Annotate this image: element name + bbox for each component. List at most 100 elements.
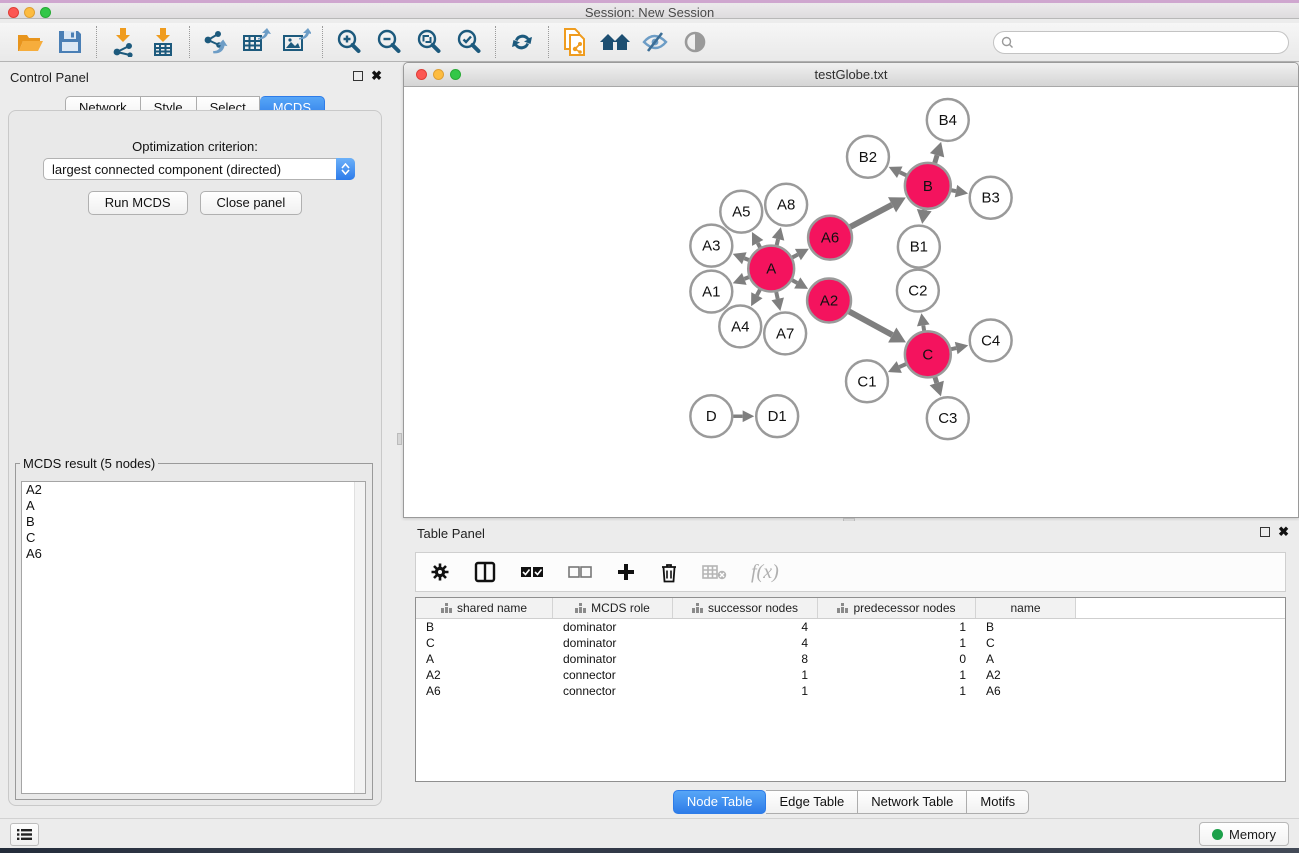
mcds-result-list[interactable]: A2ABCA6: [21, 481, 366, 794]
edge-A-A5[interactable]: [758, 243, 760, 247]
table-cell[interactable]: 1: [673, 668, 818, 682]
table-cell[interactable]: 0: [818, 652, 976, 666]
edge-C-C3[interactable]: [935, 377, 937, 383]
export-image-icon[interactable]: [276, 25, 316, 59]
table-cell[interactable]: C: [976, 636, 1076, 650]
mcds-list-scrollbar[interactable]: [354, 482, 365, 793]
run-mcds-button[interactable]: Run MCDS: [88, 191, 188, 215]
edge-A-A2[interactable]: [792, 280, 797, 283]
table-cell[interactable]: dominator: [553, 620, 673, 634]
table-row[interactable]: A6connector11A6: [416, 683, 1285, 699]
network-canvas[interactable]: AA1A3A5A8A4A7A6A2BB2B4B3B1CC2C4C1C3DD1: [405, 87, 1297, 516]
table-cell[interactable]: B: [976, 620, 1076, 634]
column-panel-icon[interactable]: [474, 561, 496, 583]
column-header-MCDS-role[interactable]: MCDS role: [553, 598, 673, 618]
tab-motifs[interactable]: Motifs: [967, 790, 1029, 814]
table-row[interactable]: A2connector11A2: [416, 667, 1285, 683]
save-session-icon[interactable]: [50, 25, 90, 59]
edge-B-B4[interactable]: [935, 155, 937, 163]
tab-edge-table[interactable]: Edge Table: [766, 790, 858, 814]
tab-node-table[interactable]: Node Table: [673, 790, 767, 814]
memory-button[interactable]: Memory: [1199, 822, 1289, 846]
table-cell[interactable]: dominator: [553, 636, 673, 650]
table-cell[interactable]: A: [416, 652, 553, 666]
float-table-panel-icon[interactable]: [1260, 527, 1270, 537]
edge-A-A7[interactable]: [776, 292, 777, 299]
mcds-result-item[interactable]: A: [22, 498, 365, 514]
search-input[interactable]: [1019, 36, 1288, 50]
mcds-result-item[interactable]: A2: [22, 482, 365, 498]
export-network-icon[interactable]: [196, 25, 236, 59]
edge-A-A1[interactable]: [744, 277, 749, 279]
edge-A-A6[interactable]: [792, 255, 798, 258]
table-cell[interactable]: 1: [818, 684, 976, 698]
table-cell[interactable]: A6: [976, 684, 1076, 698]
table-row[interactable]: Cdominator41C: [416, 635, 1285, 651]
table-cell[interactable]: 4: [673, 636, 818, 650]
table-cell[interactable]: connector: [553, 684, 673, 698]
table-cell[interactable]: 1: [818, 636, 976, 650]
search-box[interactable]: [993, 31, 1289, 54]
table-cell[interactable]: dominator: [553, 652, 673, 666]
home-icon[interactable]: [595, 25, 635, 59]
table-cell[interactable]: 8: [673, 652, 818, 666]
table-cell[interactable]: 1: [673, 684, 818, 698]
unselect-all-columns-icon[interactable]: [568, 566, 592, 579]
column-header-shared-name[interactable]: shared name: [416, 598, 553, 618]
edge-A6-B[interactable]: [850, 205, 892, 227]
table-cell[interactable]: 1: [818, 620, 976, 634]
close-table-panel-icon[interactable]: ✖: [1278, 527, 1289, 537]
mcds-result-item[interactable]: A6: [22, 546, 365, 562]
mcds-result-item[interactable]: C: [22, 530, 365, 546]
table-cell[interactable]: 4: [673, 620, 818, 634]
table-cell[interactable]: C: [416, 636, 553, 650]
task-history-icon[interactable]: [10, 823, 39, 846]
mcds-result-item[interactable]: B: [22, 514, 365, 530]
edge-C-C2[interactable]: [923, 325, 924, 330]
network-graph[interactable]: AA1A3A5A8A4A7A6A2BB2B4B3B1CC2C4C1C3DD1: [405, 87, 1297, 516]
edge-A-A8[interactable]: [777, 239, 778, 245]
export-table-icon[interactable]: [236, 25, 276, 59]
zoom-in-icon[interactable]: [329, 25, 369, 59]
table-cell[interactable]: A: [976, 652, 1076, 666]
open-file-icon[interactable]: [10, 25, 50, 59]
tab-network-table[interactable]: Network Table: [858, 790, 967, 814]
table-cell[interactable]: A2: [416, 668, 553, 682]
zoom-out-icon[interactable]: [369, 25, 409, 59]
add-column-icon[interactable]: [616, 562, 636, 582]
table-settings-icon[interactable]: [430, 562, 450, 582]
zoom-fit-icon[interactable]: [409, 25, 449, 59]
table-cell[interactable]: A6: [416, 684, 553, 698]
import-network-icon[interactable]: [103, 25, 143, 59]
delete-column-icon[interactable]: [660, 562, 678, 583]
edge-C-C4[interactable]: [951, 348, 956, 349]
table-row[interactable]: Adominator80A: [416, 651, 1285, 667]
zoom-selected-icon[interactable]: [449, 25, 489, 59]
float-panel-icon[interactable]: [353, 71, 363, 81]
edge-C-C1[interactable]: [899, 364, 906, 367]
edge-B-B2[interactable]: [900, 172, 907, 175]
show-all-icon[interactable]: [675, 25, 715, 59]
clone-network-icon[interactable]: [555, 25, 595, 59]
select-all-columns-icon[interactable]: [520, 566, 544, 579]
edge-B-B3[interactable]: [951, 190, 956, 191]
node-table[interactable]: shared nameMCDS rolesuccessor nodesprede…: [415, 597, 1286, 782]
refresh-icon[interactable]: [502, 25, 542, 59]
edge-A-A4[interactable]: [757, 290, 760, 296]
close-panel-button[interactable]: Close panel: [200, 191, 303, 215]
edge-A2-C[interactable]: [849, 311, 892, 334]
column-header-predecessor-nodes[interactable]: predecessor nodes: [818, 598, 976, 618]
criterion-dropdown[interactable]: largest connected component (directed): [43, 158, 355, 180]
delete-table-icon[interactable]: [702, 564, 727, 580]
table-cell[interactable]: B: [416, 620, 553, 634]
table-cell[interactable]: connector: [553, 668, 673, 682]
table-cell[interactable]: A2: [976, 668, 1076, 682]
network-window-titlebar[interactable]: testGlobe.txt: [404, 63, 1298, 87]
table-row[interactable]: Bdominator41B: [416, 619, 1285, 635]
close-panel-icon[interactable]: ✖: [371, 71, 382, 81]
column-header-name[interactable]: name: [976, 598, 1076, 618]
function-builder-icon[interactable]: f(x): [751, 561, 779, 584]
hide-selected-icon[interactable]: [635, 25, 675, 59]
import-table-icon[interactable]: [143, 25, 183, 59]
column-header-successor-nodes[interactable]: successor nodes: [673, 598, 818, 618]
